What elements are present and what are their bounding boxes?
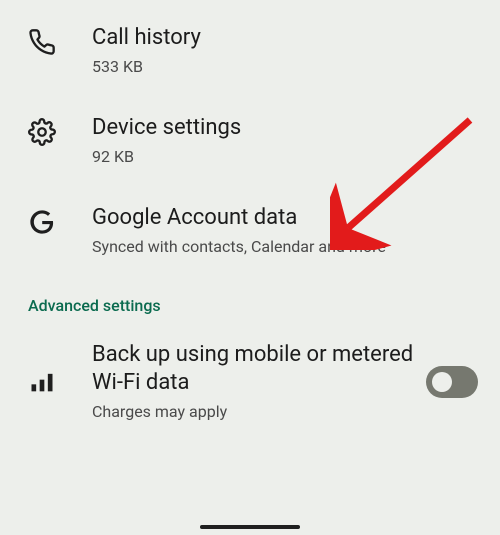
section-header-advanced: Advanced settings <box>0 276 500 323</box>
item-device-settings[interactable]: Device settings 92 KB <box>0 96 500 186</box>
item-subtitle: Charges may apply <box>92 401 418 423</box>
item-text: Google Account data Synced with contacts… <box>92 204 478 258</box>
phone-icon <box>28 24 92 56</box>
bars-icon <box>28 368 92 396</box>
item-google-account-data[interactable]: Google Account data Synced with contacts… <box>0 186 500 276</box>
item-title: Google Account data <box>92 204 470 232</box>
item-title: Call history <box>92 24 470 52</box>
item-subtitle: 533 KB <box>92 56 470 78</box>
toggle-trailing <box>426 366 478 398</box>
item-title: Back up using mobile or metered Wi-Fi da… <box>92 341 418 397</box>
item-call-history[interactable]: Call history 533 KB <box>0 6 500 96</box>
item-subtitle: 92 KB <box>92 146 470 168</box>
settings-list: Call history 533 KB Device settings 92 K… <box>0 0 500 441</box>
item-text: Call history 533 KB <box>92 24 478 78</box>
item-title: Device settings <box>92 114 470 142</box>
gesture-nav-handle[interactable] <box>200 525 300 529</box>
item-text: Device settings 92 KB <box>92 114 478 168</box>
item-subtitle: Synced with contacts, Calendar and more <box>92 236 470 258</box>
item-backup-mobile-data[interactable]: Back up using mobile or metered Wi-Fi da… <box>0 323 500 441</box>
google-icon <box>28 204 92 236</box>
gear-icon <box>28 114 92 146</box>
backup-mobile-toggle[interactable] <box>426 366 478 398</box>
item-text: Back up using mobile or metered Wi-Fi da… <box>92 341 426 423</box>
